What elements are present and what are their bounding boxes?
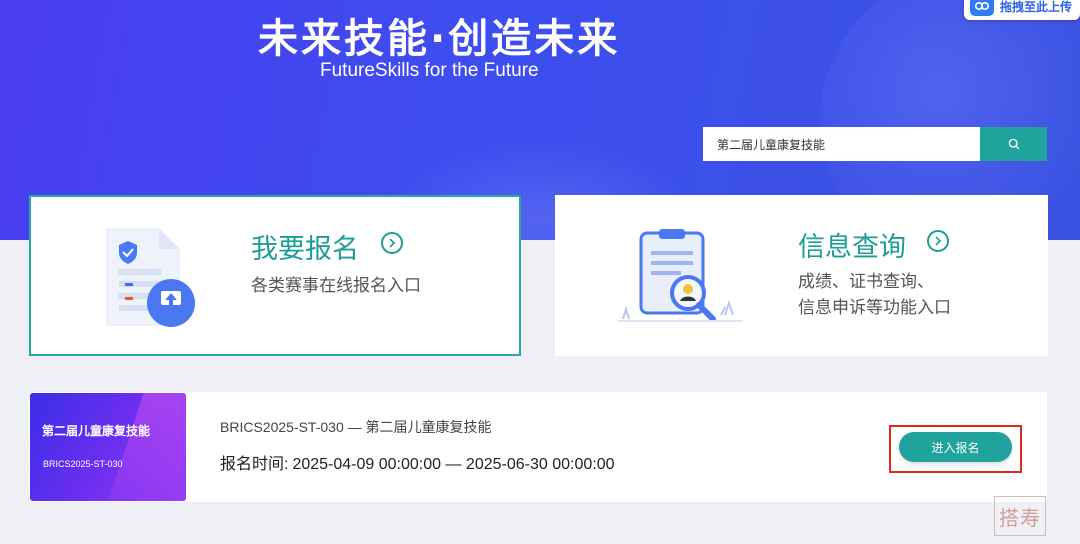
- thumbnail-title: 第二届儿童康复技能: [42, 424, 151, 438]
- cloud-link-icon: [970, 0, 994, 16]
- registration-time-value: 2025-04-09 00:00:00 — 2025-06-30 00:00:0…: [292, 456, 615, 473]
- register-desc: 各类赛事在线报名入口: [251, 276, 421, 295]
- event-code-title: BRICS2025-ST-030 — 第二届儿童康复技能: [220, 419, 492, 435]
- search-button[interactable]: [980, 127, 1047, 161]
- registration-time-label: 报名时间:: [220, 456, 289, 473]
- hero-subtitle: FutureSkills for the Future: [320, 60, 539, 81]
- search-bar: [703, 127, 1047, 161]
- search-input[interactable]: [703, 127, 980, 161]
- info-query-desc-line2: 信息申诉等功能入口: [798, 298, 951, 317]
- drag-upload-button[interactable]: 拖拽至此上传: [964, 0, 1080, 20]
- registration-time: 报名时间: 2025-04-09 00:00:00 — 2025-06-30 00…: [220, 450, 618, 474]
- hero-title: 未来技能·创造未来: [258, 16, 621, 62]
- event-thumbnail[interactable]: 第二届儿童康复技能 BRICS2025-ST-030: [30, 393, 186, 501]
- info-query-title: 信息查询: [798, 232, 906, 262]
- register-card[interactable]: 我要报名 各类赛事在线报名入口: [29, 195, 521, 356]
- info-query-arrow-icon[interactable]: [927, 230, 949, 252]
- thumbnail-decoration: [108, 393, 186, 501]
- info-query-card[interactable]: 信息查询 成绩、证书查询、 信息申诉等功能入口: [555, 195, 1048, 356]
- drag-upload-label: 拖拽至此上传: [1000, 0, 1073, 14]
- register-arrow-icon[interactable]: [381, 232, 403, 254]
- registration-form-icon: [106, 228, 195, 327]
- highlight-annotation: [889, 425, 1022, 473]
- search-icon: [1008, 138, 1019, 150]
- watermark-seal: 搭寿: [994, 496, 1046, 536]
- thumbnail-code: BRICS2025-ST-030: [43, 459, 123, 469]
- info-query-desc-line1: 成绩、证书查询、: [798, 272, 934, 291]
- register-title: 我要报名: [251, 234, 359, 264]
- document-search-icon: [617, 229, 743, 322]
